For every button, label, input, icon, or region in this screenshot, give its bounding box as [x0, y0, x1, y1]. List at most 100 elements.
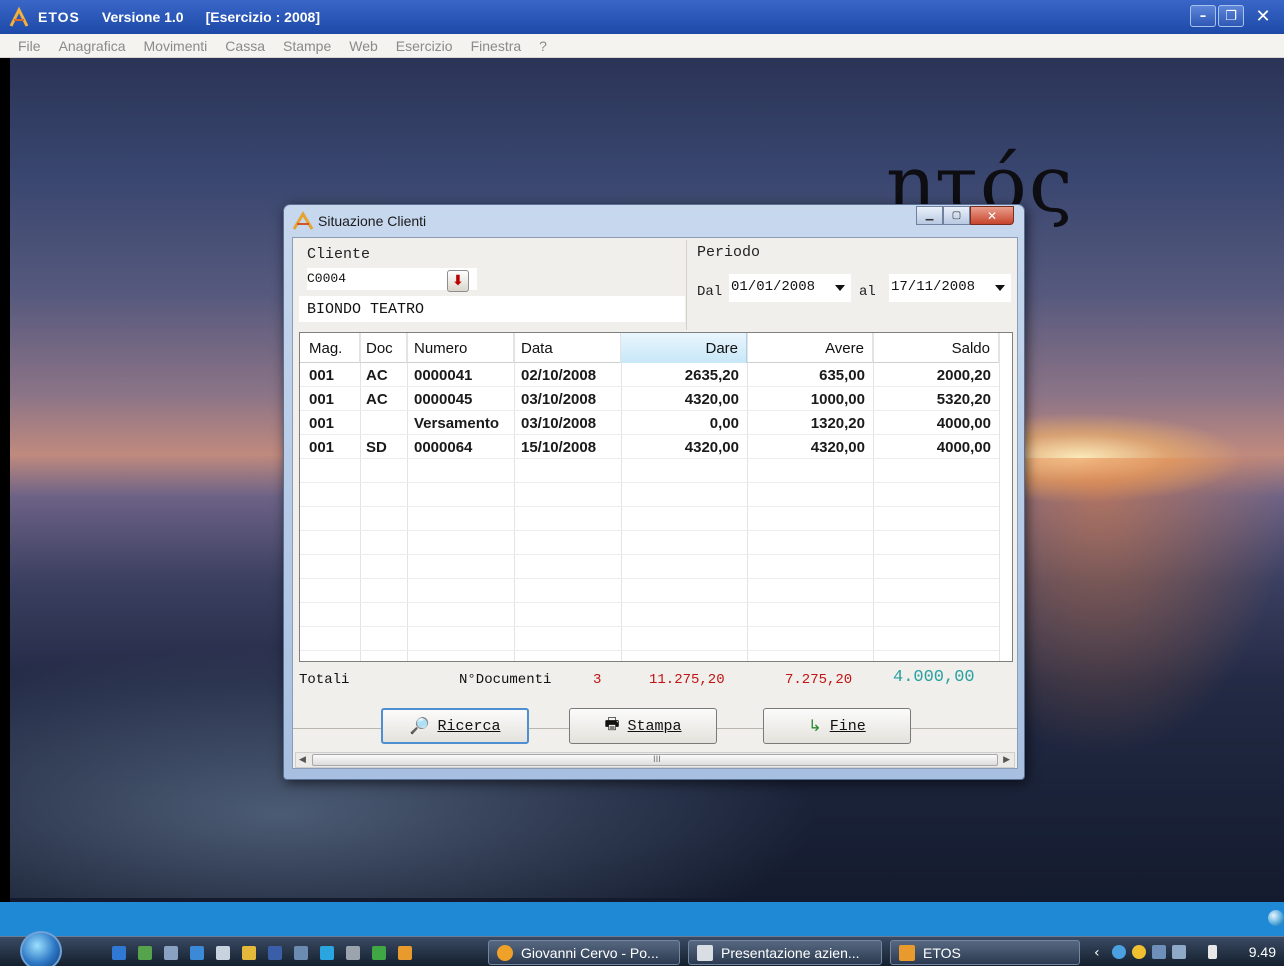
tray-network-icon[interactable] [1152, 945, 1166, 959]
scroll-right-arrow-icon[interactable]: ▶ [1003, 755, 1010, 765]
cell-numero: Versamento [414, 415, 500, 432]
scrollbar-grip: III [653, 755, 661, 765]
quicklaunch-app-icon[interactable] [164, 946, 178, 960]
etos-app-icon [9, 6, 29, 27]
close-button[interactable]: ✕ [1246, 5, 1280, 27]
column-header-numero[interactable]: Numero [407, 333, 514, 363]
column-header-doc[interactable]: Doc [360, 333, 407, 363]
tray-app-icon[interactable] [1172, 945, 1186, 959]
al-date-picker[interactable]: 17/11/2008 [889, 274, 1011, 302]
column-header-avere[interactable]: Avere [747, 333, 873, 363]
dropdown-arrow-icon[interactable] [835, 285, 845, 291]
quicklaunch-app-icon[interactable] [346, 946, 360, 960]
table-row[interactable]: 001 Versamento 03/10/2008 0,00 1320,20 4… [300, 411, 999, 435]
tray-expand-icon[interactable]: ‹ [1094, 945, 1108, 961]
task-presentazione[interactable]: Presentazione azien... [688, 940, 882, 965]
cliente-lookup-button[interactable]: ⬇ [447, 270, 469, 292]
horizontal-scrollbar[interactable]: ◀ III ▶ [295, 752, 1015, 768]
ricerca-button[interactable]: 🔎 Ricerca [381, 708, 529, 744]
al-label: al [859, 284, 876, 300]
column-header-dare[interactable]: Dare [621, 333, 747, 363]
total-saldo: 4.000,00 [893, 668, 975, 687]
cliente-name-field: BIONDO TEATRO [299, 296, 685, 322]
cell-saldo: 4000,00 [936, 439, 991, 456]
quicklaunch-lock-icon[interactable] [242, 946, 256, 960]
grid-rows: 001 AC 0000041 02/10/2008 2635,20 635,00… [300, 363, 999, 651]
menu-esercizio[interactable]: Esercizio [396, 38, 453, 54]
dropdown-arrow-icon[interactable] [995, 285, 1005, 291]
minimize-button[interactable]: ▁ [916, 206, 943, 225]
situazione-clienti-window: Situazione Clienti ▁ ▢ ✕ Cliente C0004 ⬇… [283, 204, 1025, 780]
minimize-button[interactable]: – [1190, 5, 1216, 27]
stampa-button[interactable]: 🖶 Stampa [569, 708, 717, 744]
movimenti-grid[interactable]: Mag. Doc Numero Data Dare Avere Saldo 00… [299, 332, 1013, 662]
column-header-saldo[interactable]: Saldo [873, 333, 999, 363]
scroll-left-arrow-icon[interactable]: ◀ [299, 755, 306, 765]
quicklaunch-app-icon[interactable] [372, 946, 386, 960]
tray-app-icon[interactable] [1132, 945, 1146, 959]
cell-numero: 0000064 [414, 439, 473, 456]
menu-anagrafica[interactable]: Anagrafica [59, 38, 126, 54]
column-header-data[interactable]: Data [514, 333, 621, 363]
quicklaunch-ie-icon[interactable] [190, 946, 204, 960]
empty-row [300, 531, 999, 555]
dal-date-picker[interactable]: 01/01/2008 [729, 274, 851, 302]
quicklaunch-app-icon[interactable] [294, 946, 308, 960]
exit-icon: ↳ [808, 718, 822, 736]
cell-numero: 0000041 [414, 367, 473, 384]
cell-saldo: 4000,00 [936, 415, 991, 432]
quicklaunch-outlook-icon[interactable] [112, 946, 126, 960]
empty-row [300, 627, 999, 651]
scrollbar-thumb[interactable]: III [312, 754, 998, 766]
cell-avere: 1000,00 [810, 391, 865, 408]
ricerca-label: Ricerca [437, 717, 501, 735]
menu-file[interactable]: File [18, 38, 41, 54]
close-button[interactable]: ✕ [970, 206, 1014, 225]
printer-icon: 🖶 [604, 715, 620, 734]
task-giovanni-cervo[interactable]: Giovanni Cervo - Po... [488, 940, 680, 965]
cell-dare: 0,00 [709, 415, 739, 432]
start-button[interactable] [20, 931, 62, 966]
table-row[interactable]: 001 AC 0000041 02/10/2008 2635,20 635,00… [300, 363, 999, 387]
maximize-button[interactable]: ▢ [943, 206, 970, 225]
table-row[interactable]: 001 SD 0000064 15/10/2008 4320,00 4320,0… [300, 435, 999, 459]
cell-data: 15/10/2008 [521, 439, 597, 456]
column-header-mag[interactable]: Mag. [300, 333, 360, 363]
fine-button[interactable]: ↳ Fine [763, 708, 911, 744]
cliente-label: Cliente [307, 246, 371, 263]
table-row[interactable]: 001 AC 0000045 03/10/2008 4320,00 1000,0… [300, 387, 999, 411]
etos-window-icon [292, 211, 314, 230]
total-avere: 7.275,20 [785, 672, 853, 688]
cliente-group: Cliente C0004 ⬇ BIONDO TEATRO [295, 240, 687, 330]
search-document-icon: 🔎 [409, 718, 430, 736]
cell-dare: 4320,00 [684, 439, 739, 456]
ndocumenti-label: N°Documenti [459, 672, 552, 688]
empty-row [300, 483, 999, 507]
cell-mag: 001 [309, 367, 335, 384]
task-etos[interactable]: ETOS [890, 940, 1080, 965]
menu-finestra[interactable]: Finestra [471, 38, 522, 54]
quicklaunch-etos-icon[interactable] [398, 946, 412, 960]
cell-doc: AC [366, 367, 388, 384]
menu-help[interactable]: ? [539, 38, 547, 54]
cell-avere: 4320,00 [810, 439, 865, 456]
mdi-status-band [0, 902, 1284, 936]
quicklaunch-app-icon[interactable] [216, 946, 230, 960]
menu-movimenti[interactable]: Movimenti [144, 38, 208, 54]
dal-label: Dal [697, 284, 723, 300]
quicklaunch-skype-icon[interactable] [320, 946, 334, 960]
menu-web[interactable]: Web [349, 38, 378, 54]
battery-icon[interactable] [1208, 945, 1217, 959]
menu-stampe[interactable]: Stampe [283, 38, 331, 54]
ndocumenti-value: 3 [593, 672, 602, 688]
cell-numero: 0000045 [414, 391, 473, 408]
taskbar: Giovanni Cervo - Po... Presentazione azi… [0, 931, 1284, 966]
tray-app-icon[interactable] [1112, 945, 1126, 959]
restore-button[interactable]: ❐ [1218, 5, 1244, 27]
quicklaunch-app-icon[interactable] [268, 946, 282, 960]
quicklaunch-app-icon[interactable] [138, 946, 152, 960]
cell-mag: 001 [309, 439, 335, 456]
clock[interactable]: 9.49 [1249, 944, 1276, 960]
cell-doc: SD [366, 439, 387, 456]
menu-cassa[interactable]: Cassa [225, 38, 265, 54]
